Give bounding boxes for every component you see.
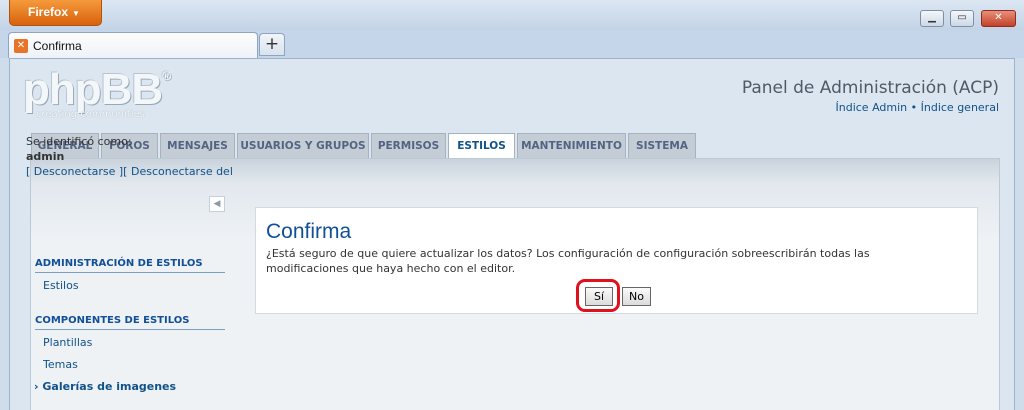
- sidebar-item-plantillas[interactable]: Plantillas: [43, 336, 92, 349]
- minimize-button[interactable]: ▁: [920, 10, 944, 27]
- xampp-favicon-icon: ✕: [14, 39, 28, 53]
- logout-links[interactable]: [ Desconectarse ][ Desconectarse del: [26, 165, 233, 178]
- identified-label: Se identificó como:: [26, 135, 132, 148]
- confirm-title: Confirma: [266, 220, 352, 243]
- section-style-admin: ADMINISTRACIÓN DE ESTILOS: [35, 258, 225, 273]
- close-window-button[interactable]: ✕: [981, 10, 1016, 27]
- tab-mantenimiento[interactable]: MANTENIMIENTO: [517, 133, 626, 158]
- firefox-menu-label: Firefox: [28, 5, 69, 19]
- sidebar-item-galerias[interactable]: › Galerías de imagenes: [34, 380, 176, 393]
- browser-tab[interactable]: ✕ Confirma: [8, 32, 258, 58]
- header-links: Índice Admin • Índice general: [836, 101, 1000, 114]
- sidebar-item-estilos[interactable]: Estilos: [43, 279, 79, 292]
- sidebar-item-galerias-label: Galerías de imagenes: [42, 380, 177, 393]
- phpbb-logo[interactable]: phpBB®: [23, 65, 171, 115]
- highlight-annotation: [576, 279, 620, 312]
- collapse-sidebar-icon[interactable]: ◀: [209, 196, 225, 212]
- admin-index-link[interactable]: Índice Admin: [836, 101, 908, 114]
- restore-button[interactable]: ▭: [950, 10, 974, 27]
- page-title: Panel de Administración (ACP): [741, 78, 999, 98]
- tab-title: Confirma: [33, 39, 82, 53]
- username: admin: [26, 150, 65, 163]
- tab-permisos[interactable]: PERMISOS: [371, 133, 446, 158]
- tab-sistema[interactable]: SISTEMA: [628, 133, 696, 158]
- confirm-dialog: Confirma ¿Está seguro de que quiere actu…: [255, 207, 978, 314]
- no-button[interactable]: No: [622, 287, 651, 306]
- link-separator: •: [910, 101, 918, 114]
- tab-estilos[interactable]: ESTILOS: [448, 133, 515, 159]
- logo-text: phpBB: [23, 65, 163, 114]
- new-tab-button[interactable]: +: [259, 33, 285, 56]
- dropdown-arrow-icon: ▼: [72, 9, 80, 18]
- sidebar-item-temas[interactable]: Temas: [43, 358, 78, 371]
- firefox-menu-button[interactable]: Firefox ▼: [9, 0, 102, 26]
- logo-tagline: creating communities: [36, 109, 145, 120]
- browser-tab-bar: ✕ Confirma +: [0, 30, 1024, 58]
- section-style-components: COMPONENTES DE ESTILOS: [35, 315, 225, 330]
- tab-usuarios-y-grupos[interactable]: USUARIOS Y GRUPOS: [237, 133, 369, 158]
- confirm-message: ¿Está seguro de que quiere actualizar lo…: [266, 247, 870, 275]
- user-info: Se identificó como: admin [ Desconectars…: [26, 135, 233, 178]
- general-index-link[interactable]: Índice general: [921, 101, 999, 114]
- window-titlebar: Firefox ▼ ▁ ▭ ✕: [0, 0, 1024, 30]
- active-arrow-icon: ›: [34, 380, 39, 393]
